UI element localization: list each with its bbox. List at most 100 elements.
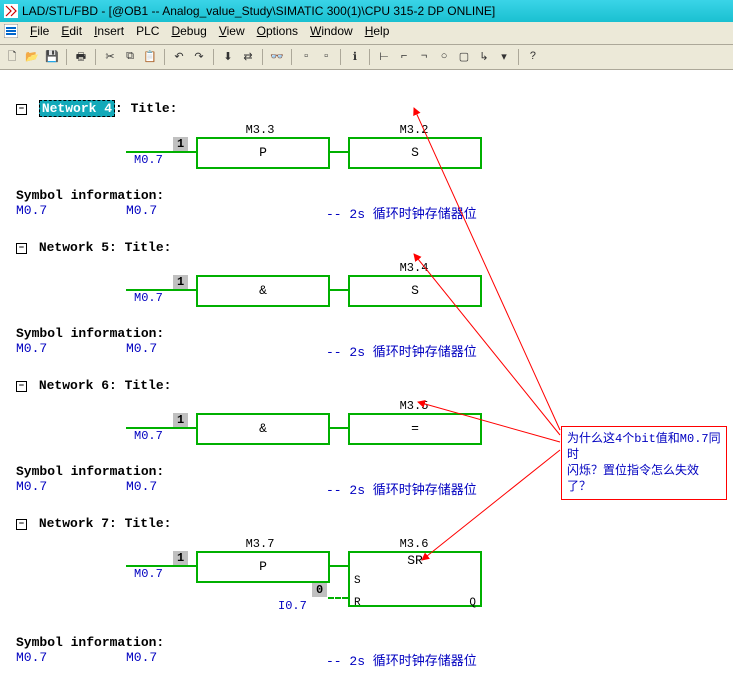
branch-open-icon[interactable]: ⌐ [396, 49, 412, 65]
block2-icon[interactable]: ▫ [318, 49, 334, 65]
network-4-ladder[interactable]: M3.3 M3.2 1 M0.7 P S [16, 123, 723, 178]
annotation-callout: 为什么这4个bit值和M0.7同时 闪烁？置位指令怎么失效了？ [561, 426, 727, 500]
menu-debug[interactable]: Debug [171, 24, 206, 42]
s-box[interactable]: S [348, 137, 482, 169]
input-address: M0.7 [134, 153, 163, 167]
collapse-icon[interactable]: − [16, 519, 27, 530]
syminfo-comment: -- 2s 循环时钟存储器位 [326, 203, 477, 222]
separator [369, 49, 370, 65]
undo-icon[interactable]: ↶ [171, 49, 187, 65]
block-icon[interactable]: ▫ [298, 49, 314, 65]
contact-icon[interactable]: ⊢ [376, 49, 392, 65]
toolbar: 🗋 📂 💾 🖶 ✂ ⧉ 📋 ↶ ↷ ⬇ ⇄ 👓 ▫ ▫ ℹ ⊢ ⌐ ¬ ○ ▢ … [0, 45, 733, 70]
menu-options[interactable]: Options [257, 24, 298, 42]
syminfo-comment: -- 2s 循环时钟存储器位 [326, 479, 477, 498]
new-icon[interactable]: 🗋 [4, 49, 20, 65]
connector-icon[interactable]: ↳ [476, 49, 492, 65]
and-box[interactable]: & [196, 275, 330, 307]
separator [164, 49, 165, 65]
cut-icon[interactable]: ✂ [102, 49, 118, 65]
separator [213, 49, 214, 65]
branch-close-icon[interactable]: ¬ [416, 49, 432, 65]
menu-help[interactable]: Help [365, 24, 390, 42]
syminfo-comment: -- 2s 循环时钟存储器位 [326, 341, 477, 360]
assign-box[interactable]: = [348, 413, 482, 445]
menu-insert[interactable]: Insert [94, 24, 124, 42]
syminfo-symbol: M0.7 [126, 650, 326, 669]
symbol-info-4: Symbol information: M0.7 M0.7 -- 2s 循环时钟… [16, 188, 723, 222]
annotation-line2: 闪烁？置位指令怎么失效了？ [567, 463, 721, 495]
separator [340, 49, 341, 65]
network-4-header[interactable]: − Network 4: Title: [16, 100, 723, 117]
menubar: FFileile Edit Insert PLC Debug View Opti… [0, 22, 733, 45]
network-6-title: : Title: [109, 378, 171, 393]
separator [95, 49, 96, 65]
network-7-ladder[interactable]: M3.7 M3.6 1 M0.7 P SR S R Q 0 I0.7 [16, 537, 723, 617]
annotation-line1: 为什么这4个bit值和M0.7同时 [567, 431, 721, 463]
print-icon[interactable]: 🖶 [73, 49, 89, 65]
collapse-icon[interactable]: − [16, 381, 27, 392]
rung-wire [328, 289, 348, 291]
collapse-icon[interactable]: − [16, 243, 27, 254]
box2-address: M3.4 [374, 261, 454, 275]
syminfo-symbol: M0.7 [126, 203, 326, 222]
syminfo-addr: M0.7 [16, 479, 126, 498]
s-box[interactable]: S [348, 275, 482, 307]
network-6-header[interactable]: − Network 6: Title: [16, 378, 723, 393]
syminfo-addr: M0.7 [16, 203, 126, 222]
network-5-title: : Title: [109, 240, 171, 255]
redo-icon[interactable]: ↷ [191, 49, 207, 65]
symbol-info-7: Symbol information: M0.7 M0.7 -- 2s 循环时钟… [16, 635, 723, 669]
p-box[interactable]: P [196, 137, 330, 169]
menu-edit[interactable]: Edit [61, 24, 82, 42]
dropdown-icon[interactable]: ▾ [496, 49, 512, 65]
copy-icon[interactable]: ⧉ [122, 49, 138, 65]
monitor-icon[interactable]: 👓 [269, 49, 285, 65]
menu-file[interactable]: FFileile [30, 24, 49, 42]
window-titlebar: LAD/STL/FBD - [@OB1 -- Analog_value_Stud… [0, 0, 733, 22]
network-7-title: : Title: [109, 516, 171, 531]
editor-content: − Network 4: Title: M3.3 M3.2 1 M0.7 P S… [0, 70, 733, 679]
symbol-info-5: Symbol information: M0.7 M0.7 -- 2s 循环时钟… [16, 326, 723, 360]
syminfo-row: M0.7 M0.7 -- 2s 循环时钟存储器位 [16, 203, 723, 222]
r-address: I0.7 [278, 599, 307, 613]
rung-wire [328, 151, 348, 153]
menu-plc[interactable]: PLC [136, 24, 159, 42]
open-icon[interactable]: 📂 [24, 49, 40, 65]
network-7-header[interactable]: − Network 7: Title: [16, 516, 723, 531]
syminfo-symbol: M0.7 [126, 341, 326, 360]
syminfo-header: Symbol information: [16, 326, 723, 341]
help-icon[interactable]: ? [525, 49, 541, 65]
download-icon[interactable]: ⬇ [220, 49, 236, 65]
paste-icon[interactable]: 📋 [142, 49, 158, 65]
pin-r-label: R [354, 597, 361, 609]
box-icon[interactable]: ▢ [456, 49, 472, 65]
sr-op: SR [350, 553, 480, 570]
save-icon[interactable]: 💾 [44, 49, 60, 65]
compare-icon[interactable]: ⇄ [240, 49, 256, 65]
and-box[interactable]: & [196, 413, 330, 445]
rung-wire [328, 427, 348, 429]
network-5-label: Network 5 [39, 240, 109, 255]
input-address: M0.7 [134, 291, 163, 305]
input-value: 1 [173, 413, 188, 427]
separator [291, 49, 292, 65]
pin-q-label: Q [469, 597, 476, 609]
app-icon [4, 4, 18, 18]
network-5-header[interactable]: − Network 5: Title: [16, 240, 723, 255]
rung-wire [328, 565, 348, 567]
network-4-label: Network 4 [39, 100, 115, 117]
p-box[interactable]: P [196, 551, 330, 583]
box2-address: M3.5 [374, 399, 454, 413]
menu-window[interactable]: Window [310, 24, 353, 42]
input-address: M0.7 [134, 429, 163, 443]
info-icon[interactable]: ℹ [347, 49, 363, 65]
sr-box[interactable]: SR S R Q [348, 551, 482, 607]
separator [518, 49, 519, 65]
menu-view[interactable]: View [219, 24, 245, 42]
collapse-icon[interactable]: − [16, 104, 27, 115]
syminfo-addr: M0.7 [16, 650, 126, 669]
app-menu-icon[interactable] [4, 24, 18, 42]
coil-icon[interactable]: ○ [436, 49, 452, 65]
network-5-ladder[interactable]: M3.4 1 M0.7 & S [16, 261, 723, 316]
